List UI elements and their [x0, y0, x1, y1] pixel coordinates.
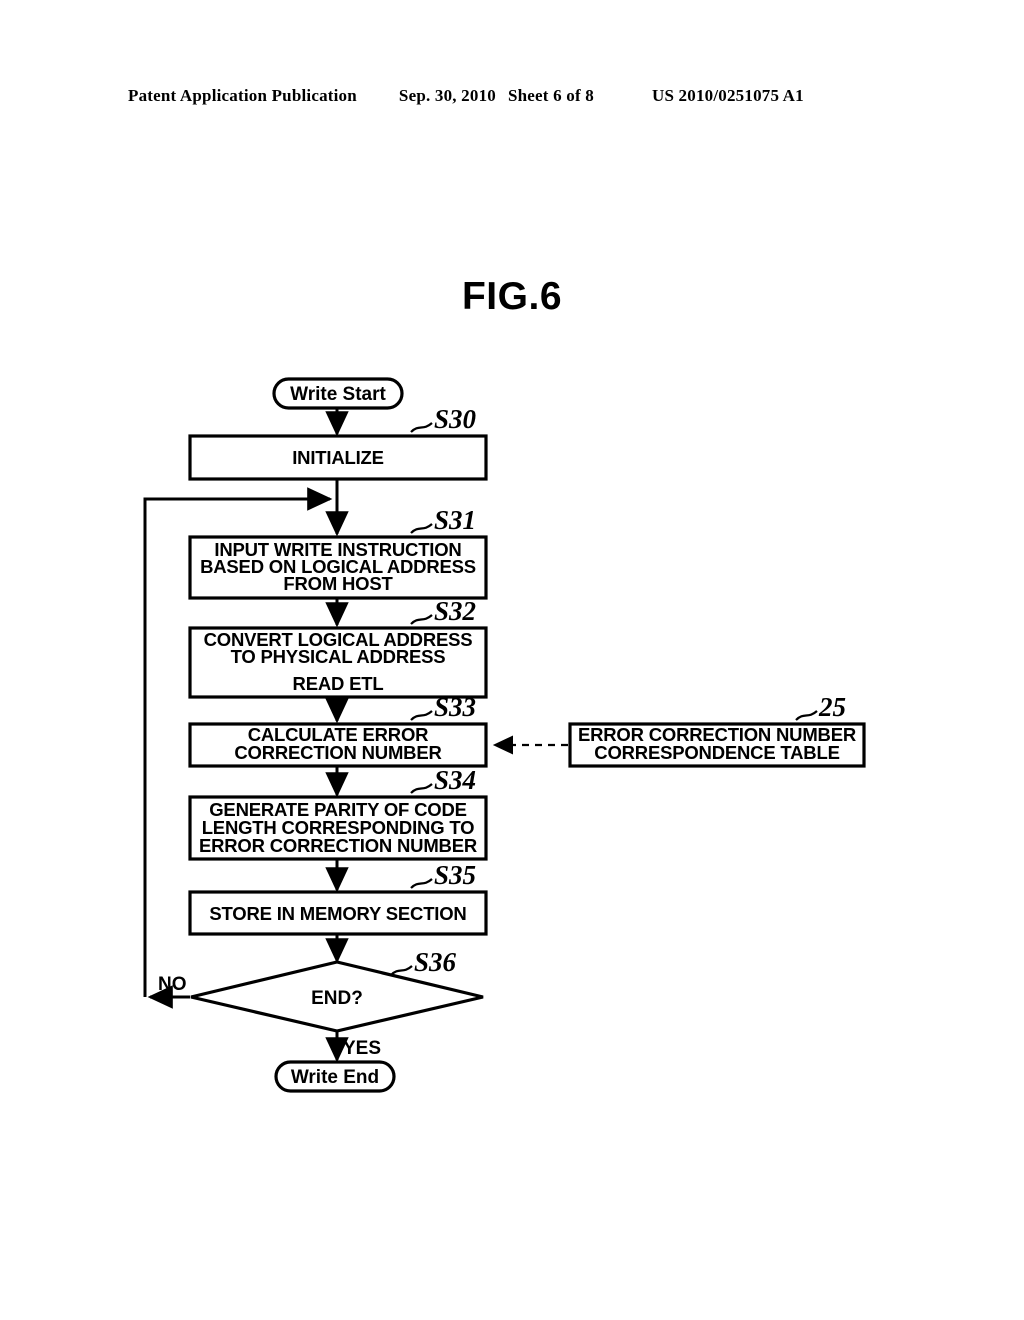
process-box-s32-line-2: TO PHYSICAL ADDRESS	[231, 646, 446, 667]
leader-line-s31	[410, 523, 433, 534]
flowchart-figure: Write Start Write End INITIALIZE S30 INP…	[0, 0, 1024, 1320]
step-label-s34: S34	[434, 765, 476, 795]
step-label-s36: S36	[414, 947, 457, 977]
step-label-s32: S32	[434, 596, 476, 626]
step-label-s31: S31	[434, 505, 476, 535]
decision-diamond-s36-label: END?	[311, 988, 363, 1009]
leader-line-s30	[410, 422, 433, 433]
leader-line-s35	[410, 878, 433, 889]
process-box-s34-line-3: ERROR CORRECTION NUMBER	[199, 835, 477, 856]
process-box-s33-line-2: CORRECTION NUMBER	[234, 742, 441, 763]
process-box-s30-line-1: INITIALIZE	[292, 447, 384, 468]
reference-label-25: 25	[818, 692, 846, 722]
flowchart-svg: Write Start Write End INITIALIZE S30 INP…	[143, 377, 866, 1093]
step-label-s33: S33	[434, 692, 476, 722]
branch-label-no: NO	[158, 974, 187, 995]
patent-page: Patent Application Publication Sep. 30, …	[0, 0, 1024, 1320]
leader-line-s33	[410, 710, 433, 721]
reference-box-25-line-2: CORRESPONDENCE TABLE	[594, 742, 839, 763]
leader-line-s34	[410, 783, 433, 794]
step-label-s30: S30	[434, 404, 477, 434]
terminal-write-start-label: Write Start	[290, 384, 386, 405]
process-box-s35-line-1: STORE IN MEMORY SECTION	[209, 903, 466, 924]
process-box-s31-line-3: FROM HOST	[283, 573, 393, 594]
leader-line-25	[795, 710, 818, 721]
branch-label-yes: YES	[343, 1038, 381, 1059]
leader-line-s32	[410, 614, 433, 625]
terminal-write-end-label: Write End	[291, 1067, 379, 1088]
leader-line-s36	[390, 965, 413, 976]
process-box-s32-line-4: READ ETL	[293, 673, 384, 694]
step-label-s35: S35	[434, 860, 476, 890]
